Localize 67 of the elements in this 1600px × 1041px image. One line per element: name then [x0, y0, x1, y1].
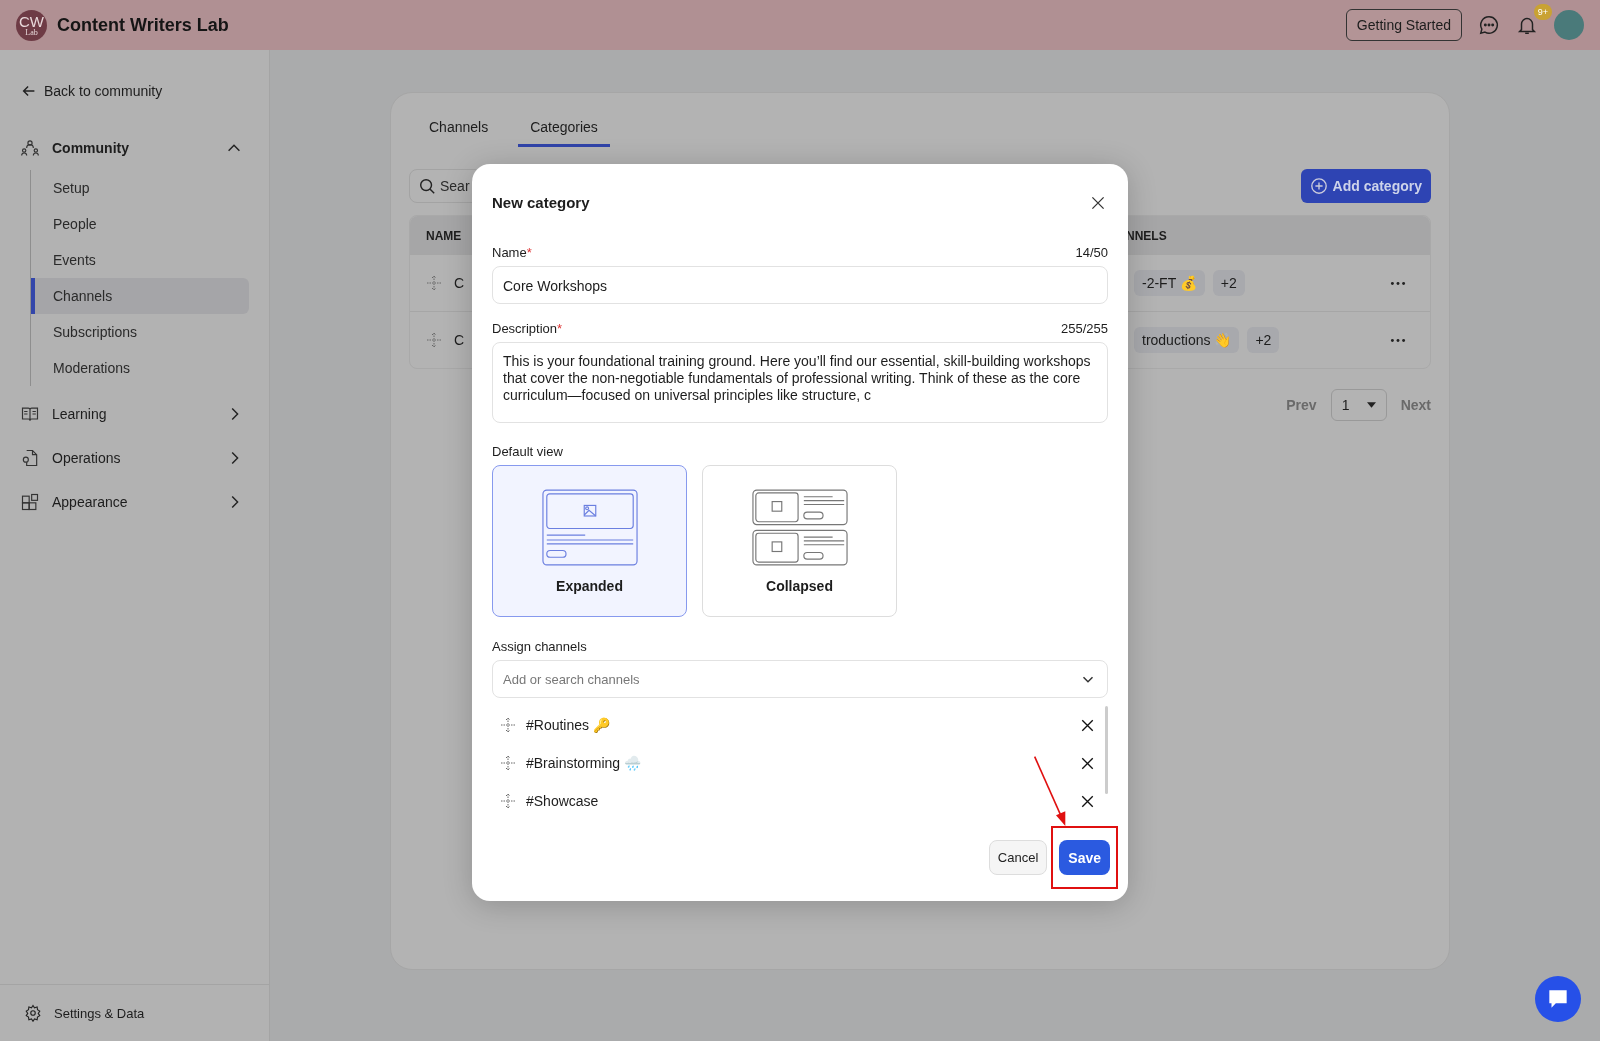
blocks-icon — [20, 492, 40, 512]
scrollbar[interactable] — [1105, 706, 1108, 794]
tab[interactable]: Channels — [417, 113, 501, 147]
drag-handle-icon[interactable] — [500, 717, 516, 733]
getting-started-button[interactable]: Getting Started — [1345, 9, 1462, 41]
channel-select[interactable]: Add or search channels — [492, 660, 1108, 698]
sidebar-section[interactable]: Learning — [20, 392, 249, 436]
view-option[interactable]: Collapsed — [702, 465, 897, 617]
description-field[interactable]: This is your foundational training ground. Here you’ll find our essential, skill-building workshops that cover the non-negotiable fundamentals of professional writing. Think of these as the core curriculum—focused on universal principles like structure, c — [492, 342, 1108, 423]
remove-icon[interactable] — [1080, 755, 1095, 771]
field-label: Assign channels — [492, 639, 588, 654]
expanded-layout-icon — [541, 488, 638, 566]
save-button[interactable]: Save — [1059, 840, 1110, 875]
table-cell: C — [454, 332, 465, 348]
name-field[interactable]: Core Workshops — [492, 266, 1108, 304]
remove-icon[interactable] — [1080, 717, 1095, 733]
dialog-title: New category — [492, 194, 590, 211]
channel-chip: -2-FT 💰 — [1134, 270, 1205, 296]
sidebar-item[interactable]: Setup — [31, 170, 249, 206]
plus-circle-icon — [1309, 177, 1328, 195]
notification-badge: 9+ — [1533, 4, 1552, 20]
character-count: 255/255 — [1061, 321, 1108, 336]
remove-icon[interactable] — [1080, 793, 1095, 809]
search-icon — [418, 177, 436, 195]
add-category-button[interactable]: Add category — [1300, 169, 1431, 203]
sidebar-item[interactable]: Events — [31, 242, 249, 278]
more-chip: +2 — [1212, 270, 1245, 296]
logo[interactable]: CW Lab — [16, 9, 47, 41]
channel-name: #Brainstorming 🌧 — [526, 755, 643, 771]
sidebar-item[interactable]: Channels — [31, 278, 249, 314]
document-icon — [20, 448, 40, 468]
people-icon — [20, 138, 40, 158]
community-title: Content Writers Lab — [57, 14, 229, 36]
chat-button[interactable] — [1535, 976, 1581, 1022]
chat-icon[interactable] — [1478, 14, 1500, 36]
more-icon[interactable] — [1390, 337, 1406, 343]
sidebar-item[interactable]: Subscriptions — [31, 314, 249, 350]
sidebar-item[interactable]: People — [31, 206, 249, 242]
field-label: Default view — [492, 444, 564, 459]
more-chip: +2 — [1247, 327, 1280, 353]
caret-icon — [1366, 402, 1376, 408]
more-icon[interactable] — [1390, 280, 1406, 286]
column-header: NAME — [426, 229, 462, 243]
drag-handle-icon[interactable] — [426, 332, 442, 348]
tab[interactable]: Categories — [518, 113, 610, 147]
field-label: Name* — [492, 245, 532, 260]
sidebar-section[interactable]: Community — [20, 126, 249, 170]
cancel-button[interactable]: Cancel — [988, 840, 1048, 875]
page-select[interactable]: 1 — [1330, 389, 1387, 421]
character-count: 14/50 — [1075, 245, 1108, 260]
sidebar-section[interactable]: Operations — [20, 436, 249, 480]
drag-handle-icon[interactable] — [426, 275, 442, 291]
settings-icon — [24, 1004, 42, 1022]
drag-handle-icon[interactable] — [500, 755, 516, 771]
field-label: Description* — [492, 321, 563, 336]
back-link[interactable]: Back to community — [20, 82, 249, 100]
channel-name: #Showcase — [526, 793, 600, 809]
channel-chip: troductions 👋 — [1134, 327, 1240, 353]
sidebar-item[interactable]: Moderations — [31, 350, 249, 386]
table-cell: C — [454, 275, 465, 291]
collapsed-layout-icon — [751, 488, 848, 566]
drag-handle-icon[interactable] — [500, 793, 516, 809]
view-option[interactable]: Expanded — [492, 465, 687, 617]
sidebar-section[interactable]: Appearance — [20, 480, 249, 524]
settings-link[interactable]: Settings & Data — [0, 984, 269, 1041]
close-icon[interactable] — [1090, 194, 1106, 211]
channel-name: #Routines 🔑 — [526, 717, 611, 733]
